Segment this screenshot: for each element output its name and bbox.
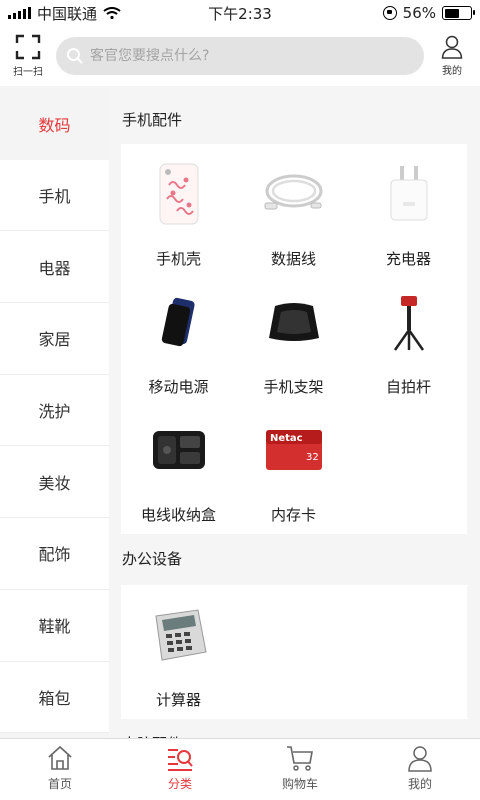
- category-icon: [168, 749, 193, 771]
- sidebar-item-label: 洗护: [38, 402, 71, 422]
- sidebar-item-accessories[interactable]: 配饰: [0, 518, 109, 590]
- profile-label: 我的: [442, 66, 462, 77]
- tab-category[interactable]: 分类: [120, 739, 240, 800]
- status-bar: 中国联通 下午2:33 56%: [0, 0, 480, 26]
- battery-icon: [442, 6, 475, 20]
- category-grid: 计算器: [121, 585, 467, 719]
- sidebar-item-shoes[interactable]: 鞋靴: [0, 589, 109, 662]
- sidebar-item-bags[interactable]: 箱包: [0, 661, 109, 734]
- cable-organizer-icon: [143, 414, 215, 486]
- sidebar-item-label: 鞋靴: [38, 617, 71, 637]
- category-item-data-cable[interactable]: 数据线: [236, 150, 351, 278]
- calculator-icon: [143, 599, 215, 671]
- category-item-label: 自拍杆: [385, 378, 431, 396]
- scan-label: 扫一扫: [13, 67, 43, 78]
- tab-label: 首页: [47, 777, 72, 791]
- carrier-name: 中国联通: [37, 4, 98, 23]
- sidebar-item-home[interactable]: 家居: [0, 303, 109, 375]
- category-item-phone-stand[interactable]: 手机支架: [236, 278, 351, 406]
- category-item-label: 充电器: [385, 250, 431, 268]
- tab-label: 分类: [167, 777, 192, 791]
- profile-button[interactable]: 我的: [430, 35, 474, 77]
- sidebar-item-beauty[interactable]: 美妆: [0, 446, 109, 519]
- category-item-label: 数据线: [270, 250, 316, 268]
- scan-icon: [15, 34, 41, 60]
- sidebar-item-label: 数码: [38, 115, 71, 135]
- scan-button[interactable]: 扫一扫: [6, 34, 50, 78]
- phone-case-icon: [143, 158, 215, 230]
- category-item-cable-organizer[interactable]: 电线收纳盒: [121, 406, 236, 534]
- tab-label: 购物车: [281, 777, 318, 791]
- category-content: 手机配件 手机壳 数据线 充电器 移动电源 手机支架 自拍杆 电线收纳盒 Net…: [109, 88, 480, 738]
- category-item-charger[interactable]: 充电器: [351, 150, 466, 278]
- category-item-calculator[interactable]: 计算器: [121, 591, 236, 719]
- category-item-memory-card[interactable]: Netac 32 内存卡: [236, 406, 351, 534]
- battery-percent: 56%: [402, 4, 436, 22]
- category-item-label: 手机壳: [155, 250, 201, 268]
- memory-card-brand: Netac: [270, 433, 303, 444]
- cart-icon: [287, 746, 313, 771]
- category-item-label: 内存卡: [270, 506, 316, 524]
- sidebar-item-label: 手机: [38, 187, 71, 207]
- category-grid: 手机壳 数据线 充电器 移动电源 手机支架 自拍杆 电线收纳盒 Netac 32…: [121, 144, 467, 534]
- sidebar-item-label: 配饰: [38, 545, 71, 565]
- rotation-lock-icon: [382, 6, 397, 20]
- category-item-label: 移动电源: [148, 378, 209, 396]
- category-item-power-bank[interactable]: 移动电源: [121, 278, 236, 406]
- data-cable-icon: [258, 158, 330, 230]
- phone-stand-icon: [258, 286, 330, 358]
- sidebar-item-toiletries[interactable]: 洗护: [0, 374, 109, 447]
- category-item-label: 手机支架: [263, 378, 324, 396]
- section-title: 手机配件: [122, 111, 183, 129]
- sidebar-item-appliances[interactable]: 电器: [0, 231, 109, 304]
- sidebar-item-digital[interactable]: 数码: [0, 88, 109, 160]
- sidebar-item-label: 美妆: [38, 473, 71, 493]
- top-header: 扫一扫 我的: [0, 26, 480, 86]
- section-title: 办公设备: [122, 550, 183, 568]
- tab-profile[interactable]: 我的: [360, 739, 480, 800]
- bottom-tab-bar: 首页 分类 购物车 我的: [0, 738, 480, 800]
- charger-icon: [373, 158, 445, 230]
- home-icon: [48, 745, 72, 770]
- sidebar-item-label: 家居: [38, 330, 71, 350]
- profile-icon: [408, 746, 432, 772]
- user-icon: [441, 35, 463, 59]
- search-input[interactable]: [90, 48, 414, 64]
- tab-home[interactable]: 首页: [0, 739, 120, 800]
- status-time: 下午2:33: [208, 4, 272, 23]
- category-item-label: 电线收纳盒: [140, 506, 216, 524]
- sidebar-item-phones[interactable]: 手机: [0, 159, 109, 232]
- sidebar-item-label: 箱包: [38, 688, 71, 708]
- tab-label: 我的: [407, 777, 432, 791]
- category-item-selfie-stick[interactable]: 自拍杆: [351, 278, 466, 406]
- category-item-label: 计算器: [155, 691, 201, 709]
- memory-card-capacity: 32: [306, 452, 319, 463]
- signal-icon: [8, 7, 31, 19]
- power-bank-icon: [143, 286, 215, 358]
- wifi-icon: [103, 7, 121, 19]
- sidebar-item-label: 电器: [38, 258, 71, 278]
- tab-cart[interactable]: 购物车: [240, 739, 360, 800]
- selfie-stick-icon: [373, 286, 445, 358]
- category-item-phone-case[interactable]: 手机壳: [121, 150, 236, 278]
- memory-card-icon: Netac 32: [258, 414, 330, 486]
- section-title: 电脑配件: [109, 719, 480, 738]
- search-bar[interactable]: [56, 37, 424, 75]
- category-sidebar: 数码 手机 电器 家居 洗护 美妆 配饰 鞋靴 箱包: [0, 88, 109, 738]
- search-icon: [67, 48, 83, 64]
